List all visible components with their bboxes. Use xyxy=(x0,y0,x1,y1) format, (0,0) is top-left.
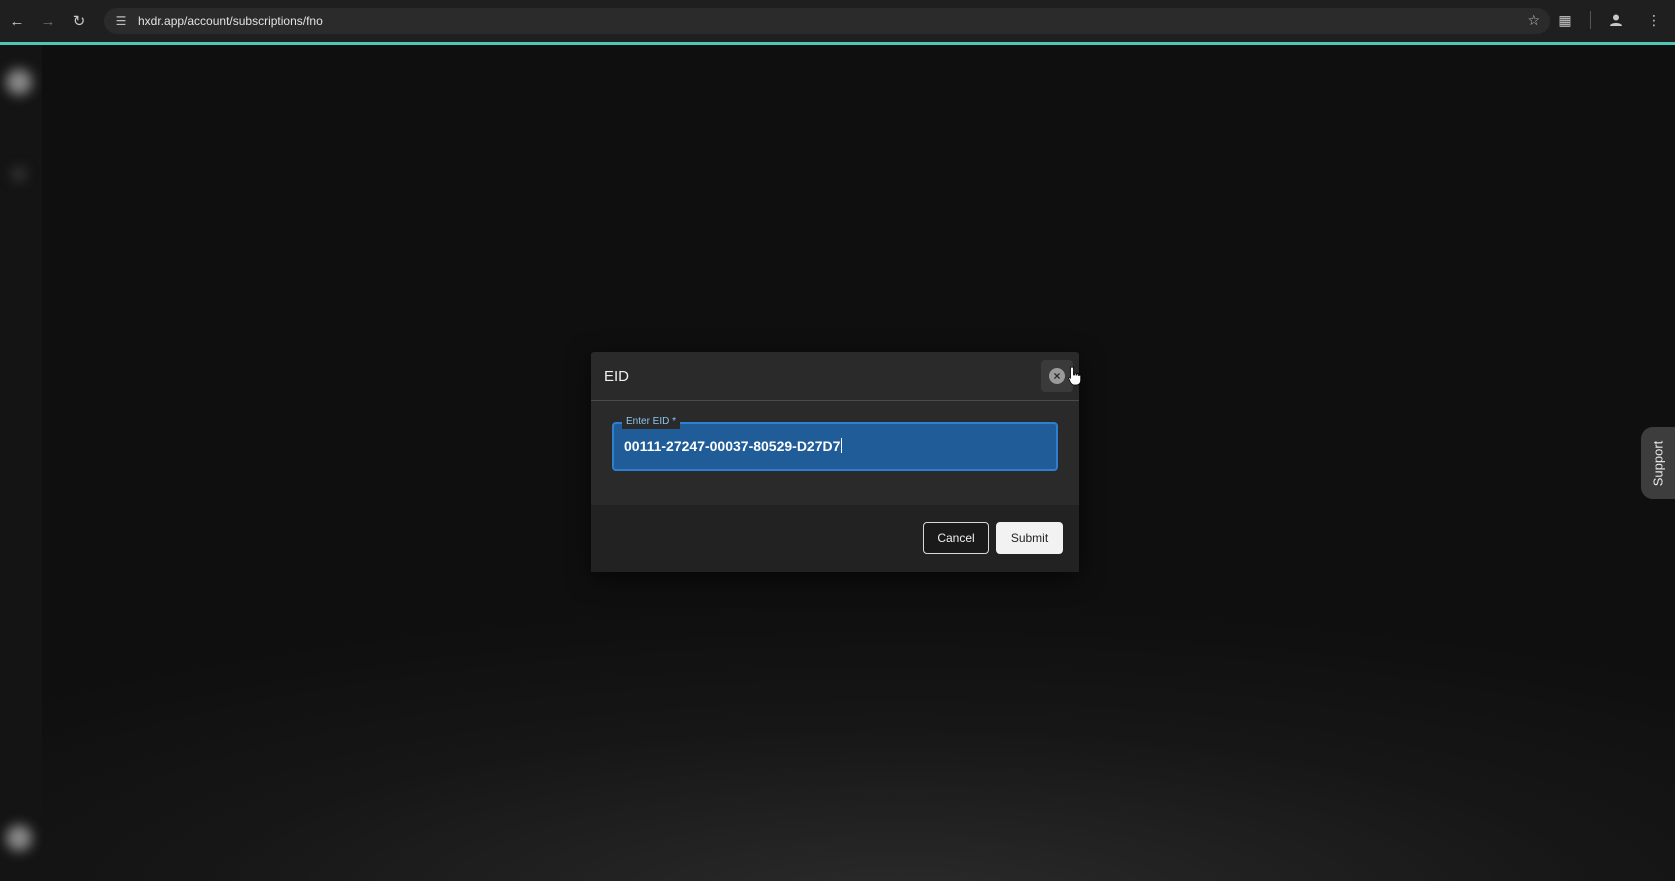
toolbar-divider xyxy=(1590,11,1591,29)
eid-field-value: 00111-27247-00037-80529-D27D7 xyxy=(624,438,843,454)
extensions-button[interactable]: ▦ xyxy=(1552,7,1578,33)
sidebar-avatar xyxy=(6,825,32,851)
eid-field-label: Enter EID * xyxy=(622,415,681,429)
reload-button[interactable]: ↻ xyxy=(65,7,93,35)
back-button[interactable]: ← xyxy=(3,7,31,35)
sidebar-icon xyxy=(12,167,26,181)
site-info-button[interactable]: ☰ xyxy=(108,8,134,34)
kebab-menu-icon: ⋮ xyxy=(1647,11,1661,28)
eid-input[interactable]: Enter EID * 00111-27247-00037-80529-D27D… xyxy=(612,415,1058,471)
close-circle-icon: × xyxy=(1049,368,1065,384)
dialog-footer: Cancel Submit xyxy=(591,505,1079,572)
text-caret xyxy=(841,438,843,453)
browser-toolbar: ← → ↻ ☰ hxdr.app/account/subscriptions/f… xyxy=(0,0,1675,42)
star-icon[interactable]: ☆ xyxy=(1527,12,1540,29)
arrow-left-icon: ← xyxy=(9,12,25,30)
eid-dialog: EID × Enter EID * 00111-27247-00037-8052… xyxy=(591,352,1079,572)
menu-button[interactable]: ⋮ xyxy=(1641,7,1667,33)
dialog-body: Enter EID * 00111-27247-00037-80529-D27D… xyxy=(591,401,1079,505)
dialog-title: EID xyxy=(604,368,630,385)
sidebar xyxy=(0,45,42,881)
toolbar-actions: ▦ ⋮ xyxy=(1552,7,1667,33)
person-icon xyxy=(1610,14,1622,26)
puzzle-icon: ▦ xyxy=(1558,11,1572,28)
dialog-header: EID × xyxy=(591,352,1079,401)
tune-icon: ☰ xyxy=(115,14,127,28)
submit-button[interactable]: Submit xyxy=(996,522,1063,554)
arrow-right-icon: → xyxy=(40,12,56,30)
hand-cursor-icon xyxy=(1068,366,1082,386)
profile-button[interactable] xyxy=(1603,7,1629,33)
forward-button[interactable]: → xyxy=(34,7,62,35)
sidebar-logo xyxy=(6,69,32,95)
support-label: Support xyxy=(1650,440,1666,486)
cancel-button[interactable]: Cancel xyxy=(923,522,989,554)
address-bar[interactable]: ☰ hxdr.app/account/subscriptions/fno ☆ xyxy=(104,8,1550,34)
reload-icon: ↻ xyxy=(72,13,86,30)
support-tab[interactable]: Support xyxy=(1641,427,1675,499)
url-text: hxdr.app/account/subscriptions/fno xyxy=(138,14,323,28)
